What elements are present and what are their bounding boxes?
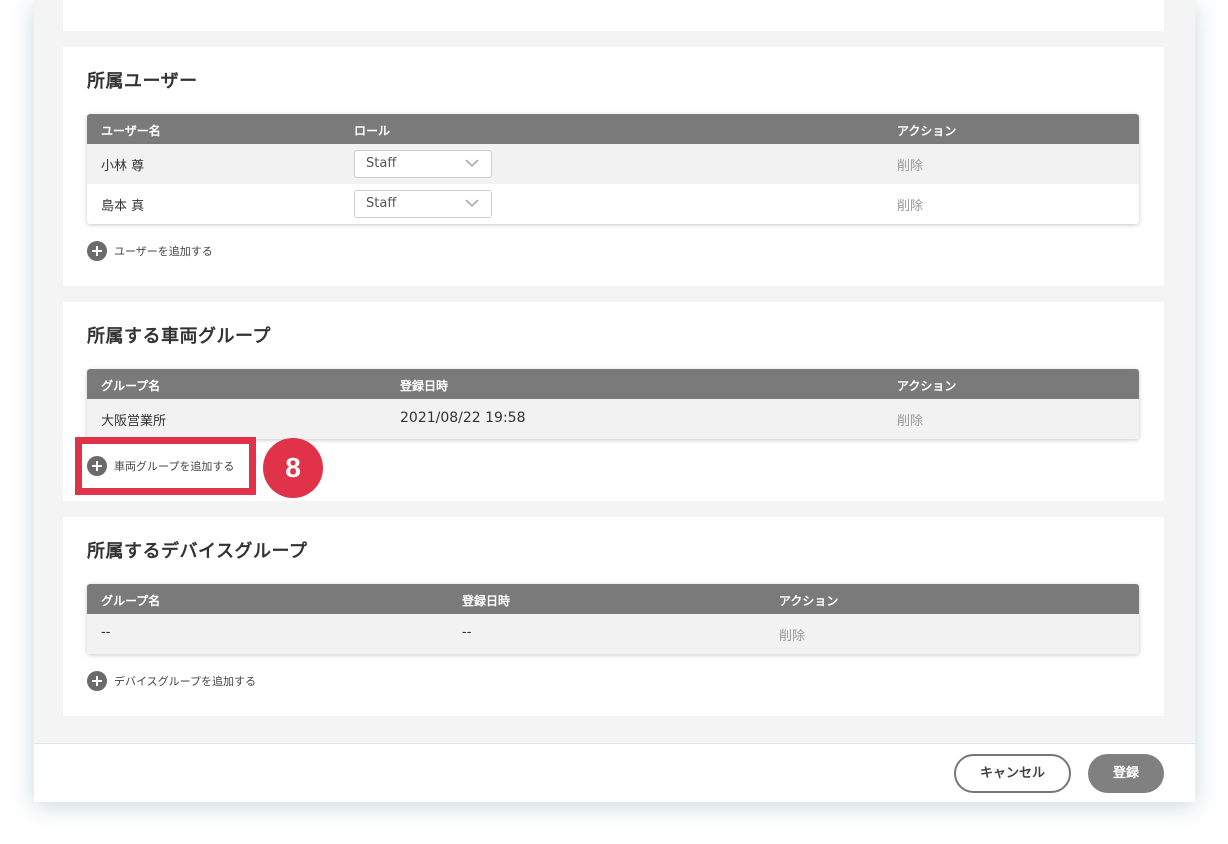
column-header-user-name: ユーザー名 [101,124,161,138]
section-title: 所属ユーザー [87,71,198,92]
user-name: 島本 真 [101,199,145,214]
delete-link[interactable]: 削除 [897,410,923,429]
column-header-registered: 登録日時 [462,594,511,608]
form-window: 所属ユーザー ユーザー名 ロール アクション 小林 尊 Staff 削除 島本 … [34,0,1195,802]
device-groups-table: グループ名 登録日時 アクション -- -- 削除 [87,584,1139,654]
role-select[interactable]: Staff [354,190,492,218]
registered-date: -- [462,625,472,640]
column-header-action: アクション [897,124,957,138]
column-header-registered: 登録日時 [400,379,449,393]
table-header: ユーザー名 ロール アクション [87,114,1139,144]
column-header-action: アクション [897,379,957,393]
chevron-down-icon [465,199,479,207]
table-row: 小林 尊 Staff 削除 [87,144,1139,184]
section-title: 所属する車両グループ [87,326,271,347]
delete-link[interactable]: 削除 [897,195,923,214]
previous-section-card [63,0,1164,31]
user-name: 小林 尊 [101,159,145,174]
delete-link[interactable]: 削除 [897,155,923,174]
table-row: 大阪営業所 2021/08/22 19:58 削除 [87,399,1139,439]
highlight-box [75,437,256,495]
plus-icon [87,671,107,691]
chevron-down-icon [465,159,479,167]
group-name: 大阪営業所 [101,414,167,429]
column-header-action: アクション [779,594,839,608]
table-header: グループ名 登録日時 アクション [87,369,1139,399]
registered-date: 2021/08/22 19:58 [400,410,526,426]
vehicle-groups-table: グループ名 登録日時 アクション 大阪営業所 2021/08/22 19:58 … [87,369,1139,439]
column-header-group-name: グループ名 [101,594,161,608]
role-select-value: Staff [366,156,397,171]
role-select-value: Staff [366,196,397,211]
table-row: -- -- 削除 [87,614,1139,654]
form-footer: キャンセル 登録 [34,743,1195,802]
table-row: 島本 真 Staff 削除 [87,184,1139,224]
column-header-role: ロール [354,124,391,138]
add-device-group-label: デバイスグループを追加する [114,675,257,688]
group-name: -- [101,625,111,640]
cancel-button[interactable]: キャンセル [954,754,1071,793]
submit-button[interactable]: 登録 [1088,754,1164,793]
add-user-label: ユーザーを追加する [114,245,213,258]
device-groups-section: 所属するデバイスグループ グループ名 登録日時 アクション -- -- 削除 デ… [63,517,1164,716]
add-device-group-button[interactable]: デバイスグループを追加する [87,671,256,691]
users-section: 所属ユーザー ユーザー名 ロール アクション 小林 尊 Staff 削除 島本 … [63,47,1164,286]
column-header-group-name: グループ名 [101,379,161,393]
step-badge: 8 [263,438,323,498]
add-user-button[interactable]: ユーザーを追加する [87,241,213,261]
plus-icon [87,241,107,261]
table-header: グループ名 登録日時 アクション [87,584,1139,614]
delete-link[interactable]: 削除 [779,625,805,644]
section-title: 所属するデバイスグループ [87,541,308,562]
role-select[interactable]: Staff [354,150,492,178]
users-table: ユーザー名 ロール アクション 小林 尊 Staff 削除 島本 真 Staff… [87,114,1139,224]
